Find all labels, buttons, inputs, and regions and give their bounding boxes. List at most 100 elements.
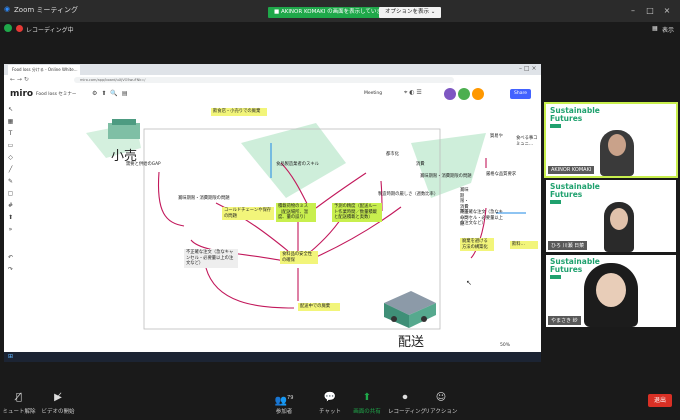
participant-name: やまさき 紗 (548, 316, 581, 325)
chat-button[interactable]: 💬 チャット (316, 392, 344, 415)
collab-tools-icon[interactable]: ⌖ ◐ ☰ (404, 89, 422, 97)
board-name[interactable]: Food loss セミナー (36, 91, 76, 97)
window-title: Zoom ミーティング (14, 6, 78, 14)
sticky-note[interactable]: 不正確な注文（急なキャンセル・必要量以上の注文など） (184, 249, 238, 268)
sticky-note[interactable]: 廃棄を避ける方法の構築化 (460, 238, 494, 252)
avatar[interactable] (444, 88, 456, 100)
participant-name: ひろ 川瀬 日菜 (548, 241, 588, 250)
participant-face (596, 273, 626, 307)
sticky-note[interactable]: 賞味期限・消費期限の問題 (418, 173, 480, 181)
avatar[interactable] (472, 88, 484, 100)
sticky-note[interactable]: 厳格な品質要求 (484, 171, 524, 179)
table-tool-icon[interactable]: ▦ (7, 118, 14, 125)
sticky-note[interactable]: 食料品の安全性の確保 (280, 251, 318, 265)
frame-tool-icon[interactable]: # (7, 202, 14, 209)
participants-icon: 👥79 (274, 395, 294, 407)
sticky-note[interactable]: 予測の精度（配送ルート作業時間／数量積載と配送積載と奥数） (332, 203, 382, 222)
leave-meeting-button[interactable]: 退出 (648, 394, 672, 407)
miro-left-toolbar: ↖ ▦ T ▭ ◇ ╱ ✎ ▢ # ⬆ » ↶ ↷ (4, 104, 16, 304)
meeting-button[interactable]: Meeting (364, 91, 382, 96)
zoom-logo-icon: ◉ (4, 5, 11, 13)
browser-window-controls-icon[interactable]: – □ × (519, 65, 537, 72)
video-off-icon: ▶̸ (54, 392, 62, 403)
mouse-cursor-icon: ↖ (466, 279, 472, 287)
truck-illustration (384, 291, 436, 328)
pen-tool-icon[interactable]: ✎ (7, 178, 14, 185)
sticky-note[interactable]: 食べる事コミュニ… (514, 135, 540, 148)
brand-logo: Sustainable Futures (550, 182, 600, 199)
participant-video[interactable]: Sustainable Futures やまさき 紗 (546, 255, 676, 327)
miro-board-canvas[interactable]: 小売 配送 飲食店・小売りでの廃棄 需要と供給のGAP 賞味期限・消費期限の問題… (16, 103, 541, 351)
chat-icon: 💬 (323, 392, 337, 403)
participant-count: 79 (287, 395, 294, 401)
reaction-button[interactable]: ☺ リアクション (424, 392, 458, 415)
windows-taskbar: ⊞ (4, 352, 541, 362)
grid-view-icon[interactable]: ▦ (652, 25, 658, 32)
share-screen-icon: ⬆ (362, 392, 372, 403)
shared-screen: Food loss 分ける - Online White... – □ × ← … (4, 64, 541, 362)
connector-arrow (205, 267, 295, 309)
sticky-note[interactable]: 需要と供給のGAP (124, 161, 184, 169)
undo-icon[interactable]: ↶ (7, 254, 14, 261)
delivery-label: 配送 (398, 335, 425, 350)
zoom-level[interactable]: 50% (500, 343, 510, 348)
participants-button[interactable]: 👥79 参加者 (270, 392, 298, 415)
recording-status: レコーディング中 (26, 27, 74, 34)
brand-badge (550, 200, 561, 204)
sticky-note[interactable]: 貿易や (488, 133, 508, 141)
sticky-note[interactable]: 都市化 (384, 151, 410, 159)
sticky-note[interactable]: 飲料… (510, 241, 538, 249)
back-icon[interactable]: ← → ↻ (10, 76, 29, 83)
url-input[interactable]: miro.com/app/board/uXjVO5wuFNk=/ (74, 77, 454, 83)
shape-tool-icon[interactable]: ◇ (7, 154, 14, 161)
start-video-button[interactable]: ▶̸ ビデオの開始 (38, 392, 78, 415)
zoom-title-bar: ◉ Zoom ミーティング ■ AKINOR KOMAKI の画面を表示していま… (0, 0, 680, 22)
brand-badge (550, 124, 561, 128)
sticky-note[interactable]: 食品製造業者のスキル (274, 161, 334, 169)
miro-logo: miro (10, 89, 34, 99)
board-tools-icon[interactable]: ⚙⬆🔍▤ (92, 90, 132, 97)
miro-top-toolbar: miro Food loss セミナー ⚙⬆🔍▤ Meeting ⌖ ◐ ☰ S… (4, 85, 541, 103)
comment-tool-icon[interactable]: ▢ (7, 190, 14, 197)
maximize-icon[interactable]: □ (645, 6, 655, 16)
reaction-icon: ☺ (435, 392, 447, 403)
participant-video[interactable]: Sustainable Futures AKINOR KOMAKI (544, 102, 678, 178)
participant-face (608, 134, 626, 156)
sticky-note[interactable]: 配送中での廃棄 (298, 303, 340, 311)
text-tool-icon[interactable]: T (7, 130, 14, 137)
share-button[interactable]: Share (510, 89, 531, 99)
brand-badge (550, 275, 561, 279)
record-indicator-icon (16, 25, 23, 32)
more-tools-icon[interactable]: » (7, 226, 14, 233)
select-tool-icon[interactable]: ↖ (7, 106, 14, 113)
sticky-note[interactable]: 不正確な注文（急なキャンセル・必要量以上の注文など） (458, 209, 506, 228)
sticky-note[interactable]: 飲食店・小売りでの廃棄 (211, 108, 267, 116)
sticky-note[interactable]: 賞味期限・消費期限の問題 (176, 195, 238, 203)
close-icon[interactable]: × (662, 6, 672, 16)
sticky-note[interactable]: コールドチェーンや保存の問題 (222, 207, 274, 221)
view-button[interactable]: 表示 (662, 25, 674, 34)
view-options-button[interactable]: オプションを表示 ⌄ (379, 7, 442, 18)
line-tool-icon[interactable]: ╱ (7, 166, 14, 173)
brand-logo: Sustainable Futures (550, 106, 600, 123)
upload-tool-icon[interactable]: ⬆ (7, 214, 14, 221)
participant-face (610, 208, 628, 230)
sticky-note[interactable]: 消費 (414, 161, 428, 169)
unmute-button[interactable]: 🎙̸ ミュート解除 (2, 392, 36, 415)
participant-video[interactable]: Sustainable Futures ひろ 川瀬 日菜 (546, 180, 676, 252)
sticky-note[interactable]: 製造時期の厳しさ（週数比率） (376, 191, 444, 199)
minimize-icon[interactable]: – (628, 6, 638, 16)
sticky-note-tool-icon[interactable]: ▭ (7, 142, 14, 149)
avatar[interactable] (458, 88, 470, 100)
participant-name: AKINOR KOMAKI (548, 166, 595, 174)
redo-icon[interactable]: ↷ (7, 266, 14, 273)
sticky-note[interactable]: 積載荷物のミス（配送場所、温度、量の誤り） (276, 203, 316, 222)
share-screen-button[interactable]: ⬆ 画面の共有 (350, 392, 384, 415)
record-icon: ⏺ (402, 392, 408, 403)
browser-tab-strip: Food loss 分ける - Online White... – □ × (4, 64, 541, 75)
windows-start-icon[interactable]: ⊞ (8, 353, 13, 360)
store-illustration (108, 119, 140, 139)
taskbar-apps (24, 354, 204, 360)
browser-tab[interactable]: Food loss 分ける - Online White... (8, 65, 80, 75)
record-button[interactable]: ⏺ レコーディング (388, 392, 426, 415)
